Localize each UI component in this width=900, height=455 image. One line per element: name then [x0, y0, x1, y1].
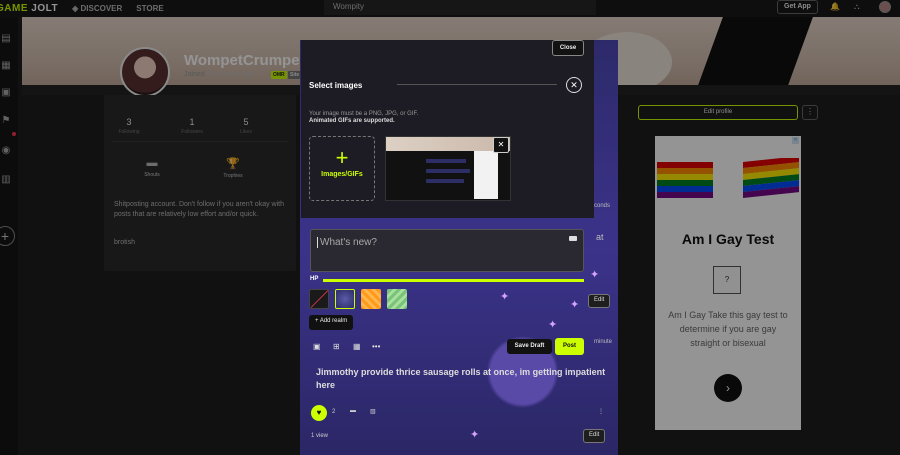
- modal-divider: [397, 84, 557, 85]
- calendar-icon[interactable]: ▦: [353, 342, 361, 351]
- hp-bar: [323, 279, 584, 282]
- background-orange-swatch[interactable]: [361, 289, 381, 309]
- close-button[interactable]: Close: [552, 40, 584, 56]
- sparkle-decoration: ✦: [500, 291, 510, 303]
- upload-label: Images/GIFs: [321, 171, 363, 178]
- thumbnail-row: [426, 179, 464, 183]
- post-text-fragment: at: [596, 232, 604, 242]
- sparkle-decoration: ✦: [470, 429, 480, 441]
- post-composer-input[interactable]: What's new?: [310, 229, 584, 272]
- image-icon[interactable]: ▣: [313, 342, 321, 351]
- share-icon[interactable]: ▧: [370, 408, 376, 415]
- sparkle-decoration: ✦: [570, 299, 580, 311]
- edit-post-button[interactable]: Edit: [583, 429, 606, 443]
- edit-post-button[interactable]: Edit: [588, 294, 611, 308]
- post-button[interactable]: Post: [555, 338, 584, 355]
- format-hint: Your image must be a PNG, JPG, or GIF.: [309, 111, 419, 117]
- composer-placeholder: What's new?: [317, 237, 377, 248]
- gif-hint: Animated GIFs are supported.: [309, 118, 395, 124]
- close-icon[interactable]: ✕: [566, 77, 582, 93]
- post-body: Jimmothy provide thrice sausage rolls at…: [316, 367, 606, 390]
- thumbnail-row: [426, 169, 470, 173]
- more-tools-icon[interactable]: •••: [372, 342, 380, 351]
- modal-title: Select images: [309, 81, 363, 90]
- remove-image-icon[interactable]: ✕: [493, 137, 509, 153]
- sparkle-decoration: ✦: [548, 319, 558, 331]
- background-none-swatch[interactable]: [309, 289, 329, 309]
- background-green-swatch[interactable]: [387, 289, 407, 309]
- post-more-icon[interactable]: ⋮: [598, 408, 604, 415]
- keyboard-icon[interactable]: [569, 236, 577, 241]
- upload-images-button[interactable]: + Images/GIFs: [309, 136, 375, 201]
- plus-icon: +: [335, 145, 349, 170]
- video-icon[interactable]: ⊞: [333, 342, 340, 351]
- comment-icon[interactable]: ▬: [350, 408, 356, 414]
- like-button[interactable]: ♥: [311, 405, 327, 421]
- post-time: minute: [594, 339, 613, 345]
- hp-label: HP: [310, 276, 319, 282]
- like-count: 2: [332, 409, 336, 415]
- thumbnail-sidebar: [474, 151, 498, 199]
- post-time: conds: [594, 203, 611, 209]
- sparkle-decoration: ✦: [590, 269, 600, 281]
- save-draft-button[interactable]: Save Draft: [507, 339, 552, 354]
- thumbnail-row: [426, 159, 466, 163]
- background-galaxy-swatch[interactable]: [335, 289, 355, 309]
- view-count: 1 view: [311, 433, 329, 439]
- add-realm-button[interactable]: + Add realm: [309, 315, 354, 330]
